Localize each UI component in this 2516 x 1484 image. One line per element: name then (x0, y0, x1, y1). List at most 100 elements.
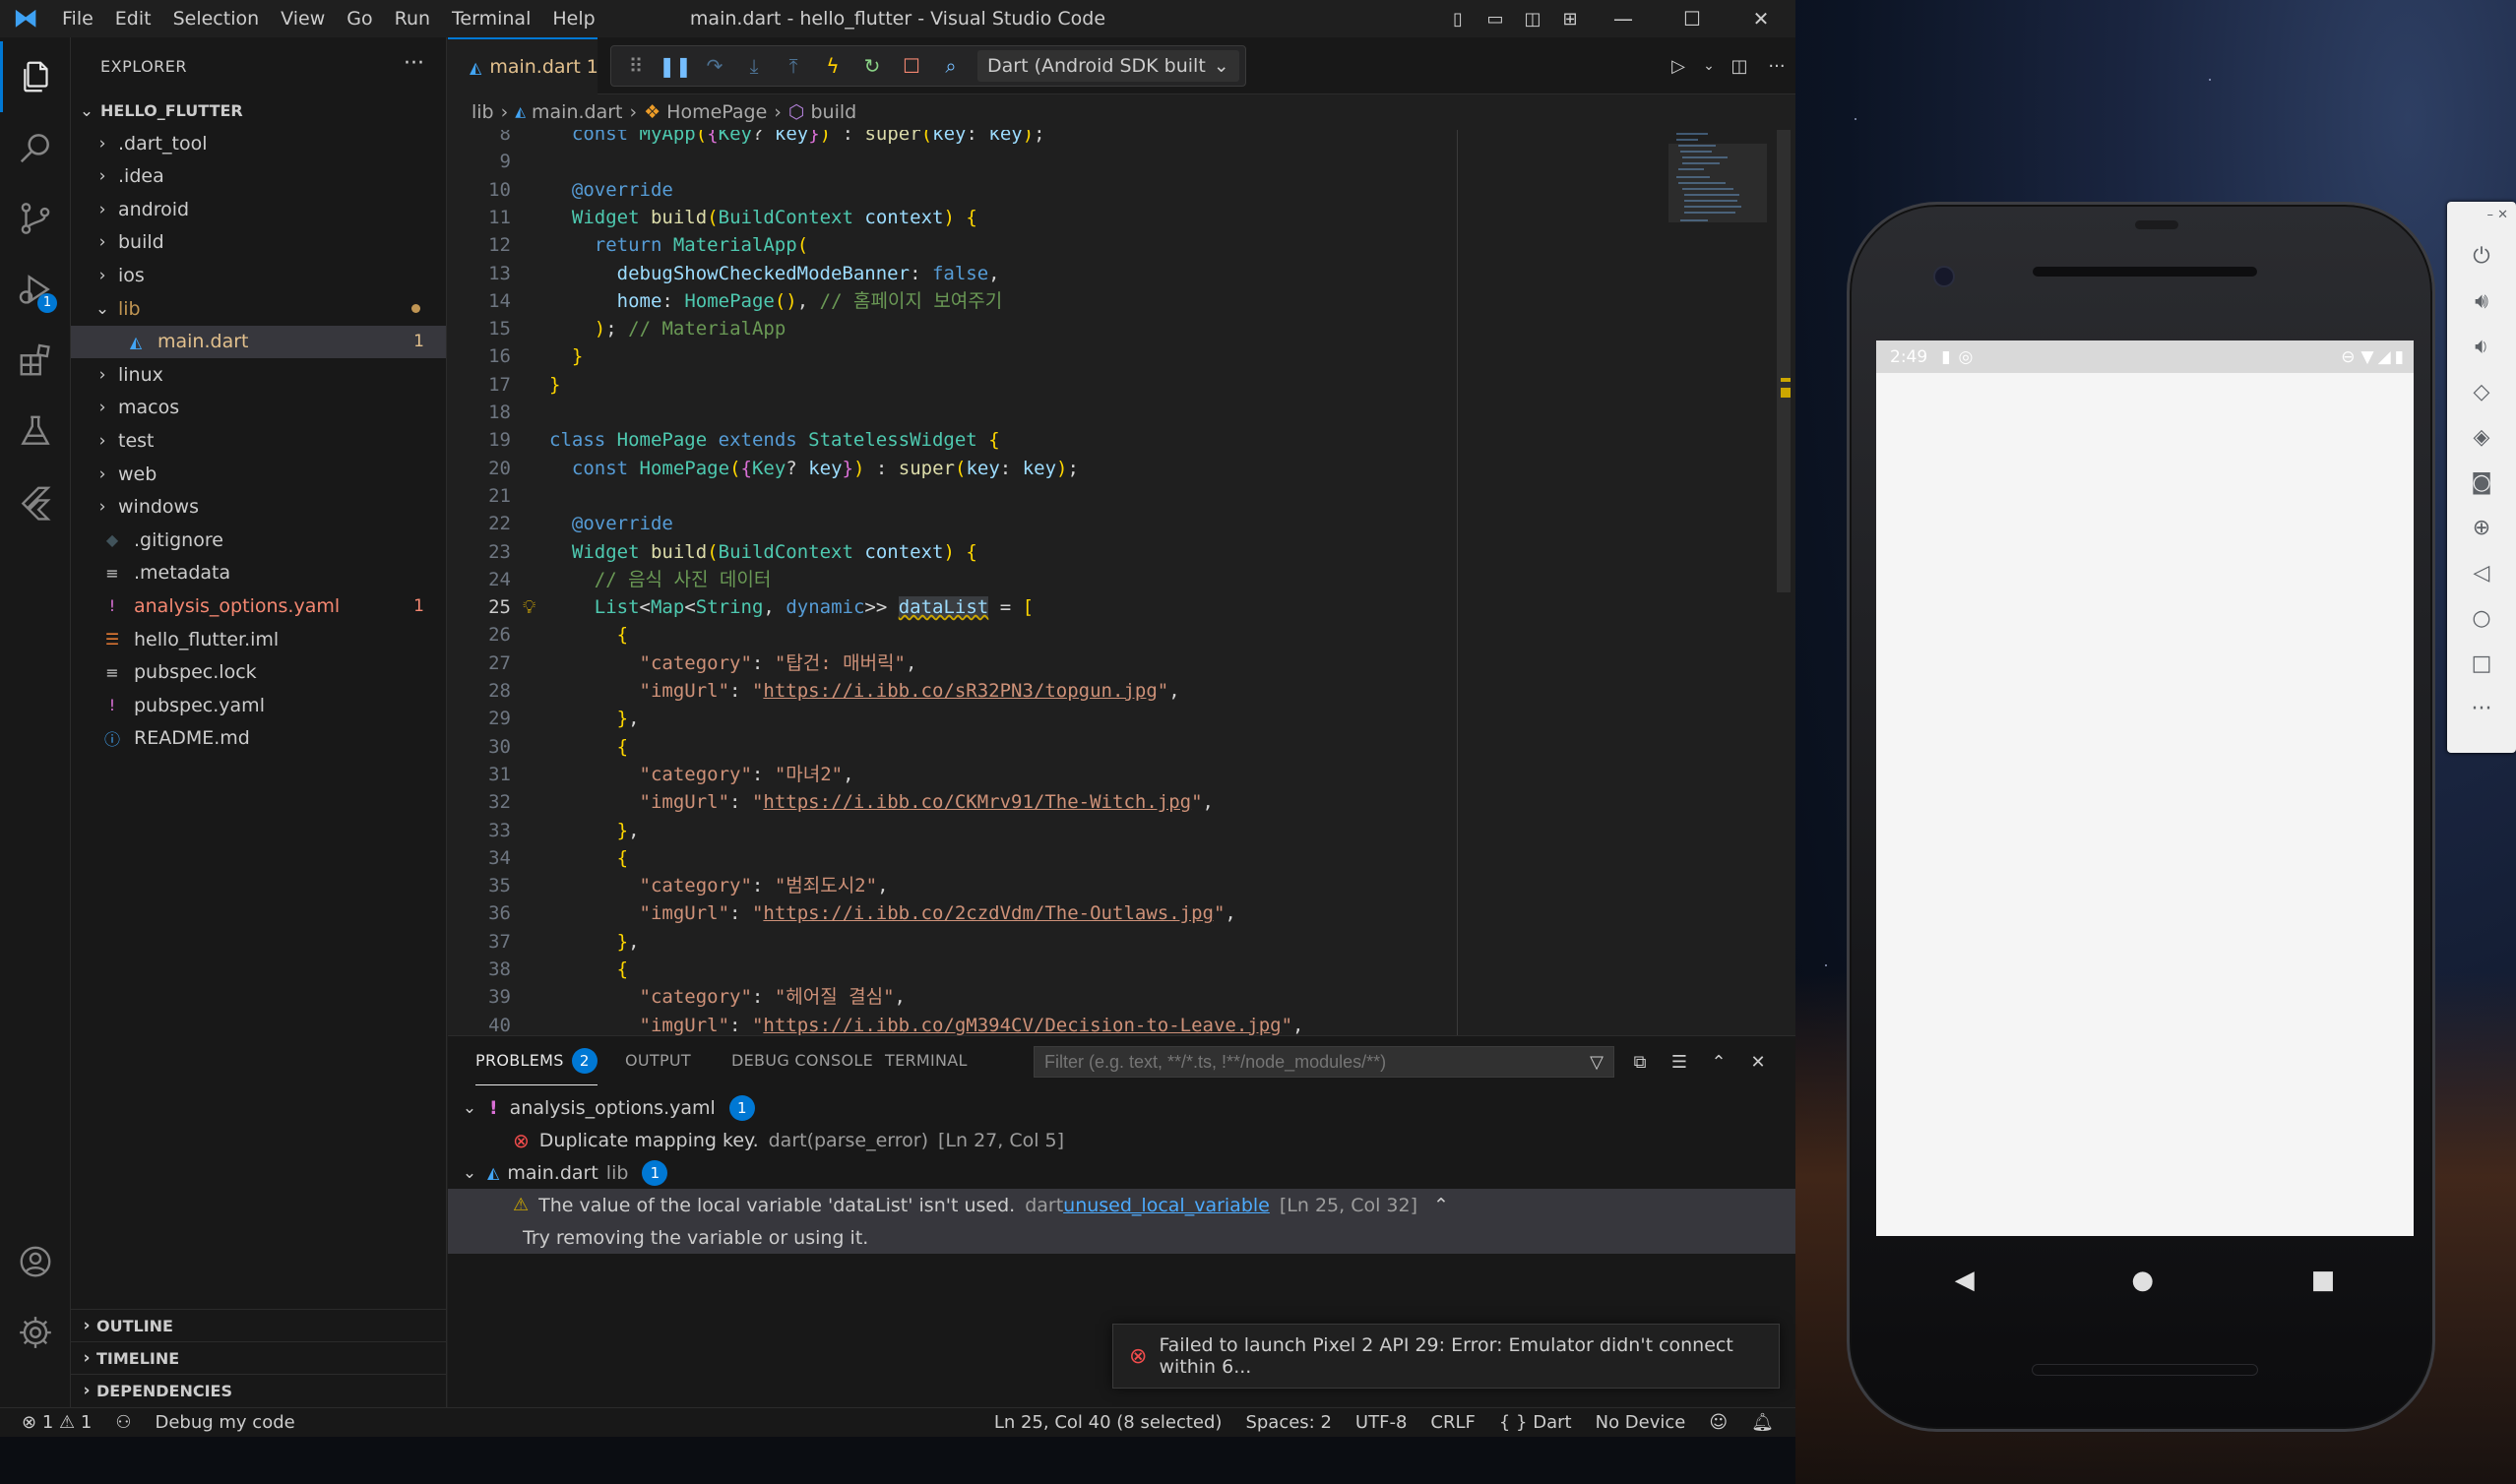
encoding[interactable]: UTF-8 (1344, 1412, 1418, 1433)
code-line[interactable]: 36 "imgUrl": "https://i.ibb.co/2czdVdm/T… (448, 899, 1795, 927)
menu-help[interactable]: Help (541, 0, 605, 37)
nav-home-icon[interactable]: ● (2131, 1266, 2154, 1295)
code-line[interactable]: 33 }, (448, 817, 1795, 844)
feedback-icon[interactable]: ☺ (1697, 1412, 1739, 1433)
hot-reload-icon[interactable]: ϟ (814, 47, 851, 85)
editor-more-icon[interactable]: ··· (1758, 47, 1795, 85)
section-dependencies[interactable]: › DEPENDENCIES (71, 1374, 446, 1406)
explorer-more-icon[interactable]: ··· (404, 51, 424, 76)
breadcrumb-method[interactable]: build (810, 101, 856, 123)
code-line[interactable]: 8 const MyApp({Key? key}) : super(key: k… (448, 130, 1795, 148)
customize-layout-icon[interactable]: ⊞ (1551, 0, 1589, 37)
explorer-item-pubspec-lock[interactable]: ≡ pubspec.lock (71, 656, 446, 689)
menu-edit[interactable]: Edit (104, 0, 162, 37)
search-icon[interactable] (0, 112, 71, 183)
code-line[interactable]: 39 "category": "헤어질 결심", (448, 983, 1795, 1011)
rotate-right-icon[interactable]: ◈ (2447, 414, 2516, 460)
minimize-button[interactable]: — (1589, 0, 1658, 37)
pause-icon[interactable]: ❚❚ (657, 47, 694, 85)
code-line[interactable]: 10 @override (448, 176, 1795, 204)
end-of-line[interactable]: CRLF (1418, 1412, 1486, 1433)
explorer-item-readme-md[interactable]: ⓘ README.md (71, 722, 446, 755)
menu-terminal[interactable]: Terminal (441, 0, 541, 37)
explorer-item-gitignore[interactable]: ◆ .gitignore (71, 524, 446, 556)
maximize-panel-icon[interactable]: ⌃ (1700, 1043, 1737, 1081)
chevron-up-icon[interactable]: ⌃ (1433, 1195, 1449, 1216)
explorer-item-linux[interactable]: › linux (71, 358, 446, 391)
explorer-item-test[interactable]: › test (71, 424, 446, 457)
code-line[interactable]: 14 home: HomePage(), // 홈페이지 보여주기 (448, 287, 1795, 315)
devtools-icon[interactable]: ⌕ (932, 47, 970, 85)
explorer-root-folder[interactable]: ⌄ HELLO_FLUTTER (71, 94, 446, 127)
settings-gear-icon[interactable] (0, 1297, 71, 1368)
explorer-item-metadata[interactable]: ≡ .metadata (71, 557, 446, 589)
notification-toast[interactable]: ⊗ Failed to launch Pixel 2 API 29: Error… (1112, 1324, 1780, 1389)
nav-back-icon[interactable]: ◀ (1955, 1266, 1975, 1295)
tab-output[interactable]: OUTPUT (625, 1036, 691, 1085)
minimap[interactable] (1668, 130, 1767, 238)
source-control-icon[interactable] (0, 183, 71, 254)
code-line[interactable]: 24 // 음식 사진 데이터 (448, 566, 1795, 593)
flutter-icon[interactable] (0, 466, 71, 537)
power-icon[interactable]: ⏻ (2447, 233, 2516, 278)
code-line[interactable]: 22 @override (448, 510, 1795, 537)
menu-view[interactable]: View (270, 0, 336, 37)
language-mode[interactable]: { } Dart (1487, 1412, 1584, 1433)
explorer-item-pubspec-yaml[interactable]: ! pubspec.yaml (71, 689, 446, 721)
code-line[interactable]: 18 (448, 399, 1795, 426)
breadcrumb-file[interactable]: main.dart (532, 101, 622, 123)
volume-up-icon[interactable]: 🔊︎ (2447, 278, 2516, 324)
notifications-bell-icon[interactable]: 🔔︎ (1739, 1412, 1795, 1433)
run-debug-icon[interactable]: 1 (0, 254, 71, 325)
indentation[interactable]: Spaces: 2 (1233, 1412, 1343, 1433)
debug-status[interactable]: Debug my code (143, 1412, 306, 1433)
rotate-left-icon[interactable]: ◇ (2447, 369, 2516, 414)
emulator-screen[interactable]: 2:49 ▮ ◎ ⊖ ▼ ◢ ▮ (1876, 340, 2414, 1236)
more-icon[interactable]: ··· (2447, 686, 2516, 731)
emulator-window-controls[interactable]: – ✕ (2486, 208, 2508, 222)
overview-icon[interactable]: □ (2447, 641, 2516, 686)
view-as-tree-icon[interactable]: ☰ (1661, 1043, 1698, 1081)
code-line[interactable]: 21 (448, 482, 1795, 510)
restart-icon[interactable]: ↻ (853, 47, 891, 85)
back-icon[interactable]: ◁ (2447, 550, 2516, 595)
volume-down-icon[interactable]: 🔉︎ (2447, 324, 2516, 369)
explorer-item-windows[interactable]: › windows (71, 491, 446, 524)
menu-run[interactable]: Run (384, 0, 441, 37)
toggle-secondary-sidebar-icon[interactable]: ◫ (1514, 0, 1551, 37)
code-line[interactable]: 27 "category": "탑건: 매버릭", (448, 649, 1795, 677)
code-line[interactable]: 34 { (448, 844, 1795, 872)
menu-selection[interactable]: Selection (162, 0, 271, 37)
code-line[interactable]: 16 } (448, 342, 1795, 370)
testing-icon[interactable] (0, 396, 71, 466)
breadcrumb-lib[interactable]: lib (472, 101, 494, 123)
code-line[interactable]: 30 { (448, 733, 1795, 761)
code-line[interactable]: 11 Widget build(BuildContext context) { (448, 204, 1795, 231)
code-line[interactable]: 29 }, (448, 705, 1795, 732)
nav-recents-icon[interactable]: ■ (2311, 1266, 2336, 1295)
explorer-item-hello-flutter-iml[interactable]: ☰ hello_flutter.iml (71, 623, 446, 655)
lightbulb-icon[interactable]: 💡︎ (523, 593, 535, 621)
maximize-button[interactable]: ☐ (1658, 0, 1727, 37)
accounts-icon[interactable] (0, 1226, 71, 1297)
problem-code-link[interactable]: unused_local_variable (1063, 1195, 1270, 1216)
code-line[interactable]: 37 }, (448, 928, 1795, 956)
screenshot-camera-icon[interactable]: ◙ (2447, 460, 2516, 505)
cursor-position[interactable]: Ln 25, Col 40 (8 selected) (982, 1412, 1234, 1433)
debug-target-select[interactable]: Dart (Android SDK built ⌄ (977, 50, 1239, 82)
editor-scrollbar[interactable] (1777, 130, 1791, 1035)
code-line[interactable]: 13 debugShowCheckedModeBanner: false, (448, 260, 1795, 287)
problem-group-main-dart[interactable]: ⌄ ◭ main.dart lib 1 (448, 1156, 1795, 1189)
toggle-panel-icon[interactable]: ▭ (1477, 0, 1514, 37)
explorer-item-lib[interactable]: ⌄ lib (71, 292, 446, 325)
code-line[interactable]: 26 { (448, 621, 1795, 649)
code-line[interactable]: 20 const HomePage({Key? key}) : super(ke… (448, 455, 1795, 482)
step-out-icon[interactable]: ⤒ (775, 47, 812, 85)
explorer-item-build[interactable]: › build (71, 226, 446, 259)
step-into-icon[interactable]: ⤓ (735, 47, 773, 85)
problem-item-selected[interactable]: ⚠ The value of the local variable 'dataL… (448, 1189, 1795, 1221)
problem-group-analysis-options[interactable]: ⌄ ! analysis_options.yaml 1 (448, 1091, 1795, 1124)
code-line[interactable]: 19 class HomePage extends StatelessWidget… (448, 426, 1795, 454)
tab-problems[interactable]: PROBLEMS 2 (475, 1036, 598, 1085)
code-line[interactable]: 28 "imgUrl": "https://i.ibb.co/sR32PN3/t… (448, 677, 1795, 705)
